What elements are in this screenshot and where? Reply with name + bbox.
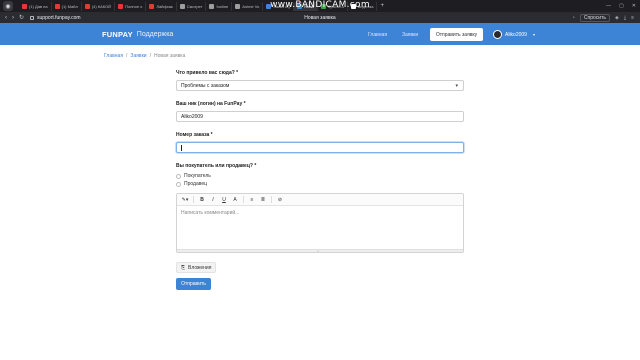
address-bar-actions: ◔ Спросить ◈ ⤓ ≡ [572,13,634,22]
editor-toolbar: ✎▾ B I U A ≡ ≣ ⊘ [177,194,463,206]
site-header: FUNPAY Поддержка Главная Заявки Отправит… [0,23,640,45]
menu-icon[interactable]: ≡ [631,15,634,21]
breadcrumb: Главная / Заявки / Новая заявка [104,53,185,59]
clear-format-button[interactable]: A [230,196,240,204]
role-option-buyer[interactable]: Покупатель [176,172,464,180]
user-name[interactable]: Aliko2009 [505,32,527,38]
link-button[interactable]: ⊘ [275,196,285,204]
url-field[interactable]: support.funpay.com [30,15,81,21]
bold-button[interactable]: B [197,196,207,204]
reason-label: Что привело вас сюда? * [176,70,239,76]
back-icon[interactable]: ‹ [5,15,7,21]
logo-subtitle: Поддержка [136,30,174,38]
breadcrumb-current: Новая заявка [153,53,186,59]
paperclip-icon: ⎘ [181,264,186,271]
forward-icon[interactable]: › [12,15,14,21]
browser-address-bar: ‹ › ↻ support.funpay.com Новая заявка ◔ … [0,12,640,23]
breadcrumb-separator: / [149,53,151,59]
breadcrumb-separator: / [126,53,128,59]
order-label: Номер заказа * [176,132,213,138]
order-number-input[interactable] [176,142,464,153]
text-cursor [181,144,182,151]
funpay-logo[interactable]: FUNPAY [102,30,133,39]
new-ticket-form: Что привело вас сюда? * Проблемы с заказ… [176,70,464,290]
download-icon[interactable]: ⤓ [624,15,626,21]
role-radio-group: Покупатель Продавец [176,172,464,188]
ask-button[interactable]: Спросить [579,13,610,22]
avatar[interactable] [493,30,502,39]
breadcrumb-tickets[interactable]: Заявки [130,53,146,59]
italic-button[interactable]: I [208,196,218,204]
submit-button[interactable]: Отправить [176,278,211,290]
editor-resize-handle[interactable]: ═ [177,249,463,253]
chevron-down-icon: ▾ [455,83,458,89]
role-label: Вы покупатель или продавец? * [176,163,257,169]
attachments-button[interactable]: ⎘ Вложения [176,262,217,273]
style-dropdown[interactable]: ✎▾ [180,196,190,204]
recorder-watermark: www.BANDICAM.com [270,0,370,10]
nick-label: Ваш ник (логин) на FunPay * [176,101,246,107]
radio-seller[interactable] [176,181,181,187]
submit-ticket-button[interactable]: Отправить заявку [430,28,483,41]
nick-input[interactable]: Aliko2009 [176,111,464,122]
grip-icon: ═ [317,249,320,253]
lock-icon [30,15,35,20]
radio-buyer[interactable] [176,173,181,179]
comment-editor: ✎▾ B I U A ≡ ≣ ⊘ Написать комментарий...… [176,193,464,253]
chevron-down-icon[interactable]: ▾ [533,32,535,37]
underline-button[interactable]: U [219,196,229,204]
nav-tickets[interactable]: Заявки [402,32,418,38]
comment-textarea[interactable]: Написать комментарий... [181,210,239,216]
reload-icon[interactable]: ↻ [19,14,24,21]
nav-home[interactable]: Главная [368,32,387,38]
breadcrumb-home[interactable]: Главная [104,53,123,59]
leo-icon[interactable]: ◔ [572,15,575,21]
shield-icon[interactable]: ◈ [615,15,619,21]
reason-select[interactable]: Проблемы с заказом ▾ [176,80,464,91]
role-option-seller[interactable]: Продавец [176,180,464,188]
page-title-bar: Новая заявка [304,14,336,21]
numbered-list-button[interactable]: ≣ [258,196,268,204]
bullet-list-button[interactable]: ≡ [247,196,257,204]
